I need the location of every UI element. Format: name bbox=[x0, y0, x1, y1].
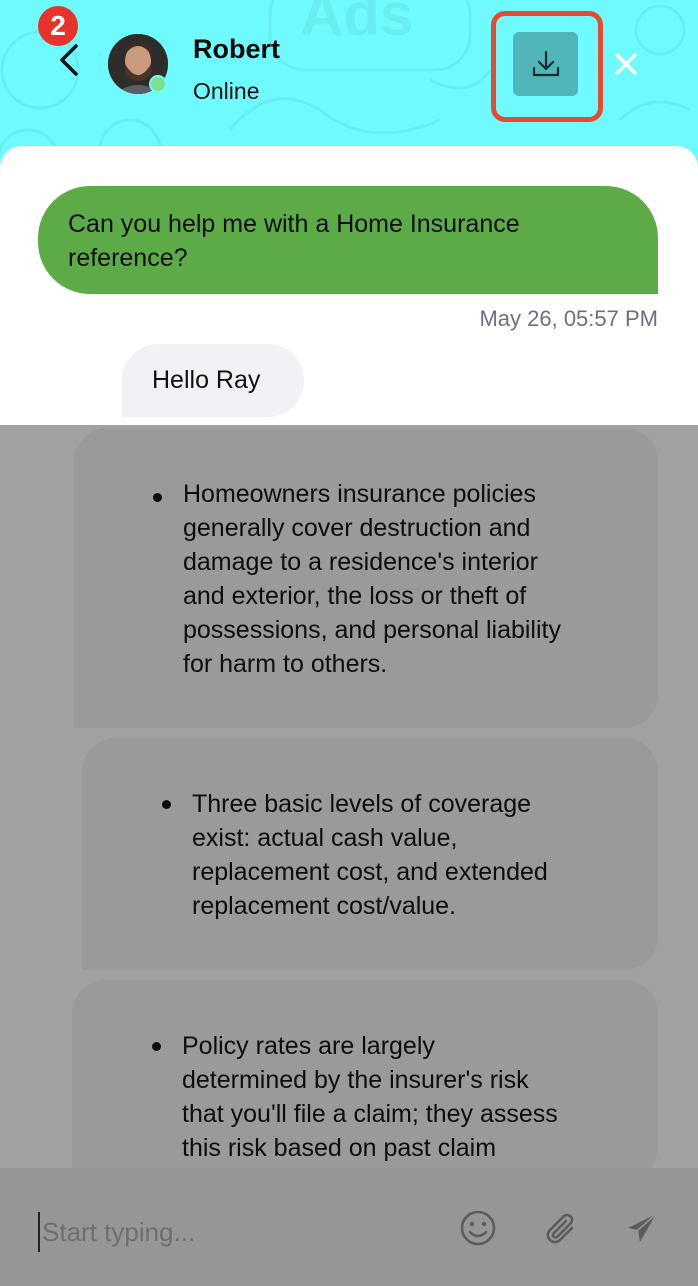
info-card: Homeowners insurance policies generally … bbox=[74, 428, 658, 728]
card-line: generally cover destruction and bbox=[183, 514, 531, 542]
contact-status: Online bbox=[193, 78, 260, 104]
download-icon bbox=[532, 50, 559, 77]
card-line: possessions, and personal liability bbox=[183, 616, 561, 644]
card-line: replacement cost, and extended bbox=[192, 858, 548, 886]
online-indicator bbox=[149, 75, 167, 93]
incoming-message: Hello Ray bbox=[122, 344, 304, 417]
card-line: for harm to others. bbox=[183, 650, 388, 678]
card-line: replacement cost/value. bbox=[192, 892, 457, 920]
card-line: exist: actual cash value, bbox=[192, 824, 458, 852]
card-line: and exterior, the loss or theft of bbox=[183, 582, 527, 610]
card-line: Homeowners insurance policies bbox=[183, 480, 536, 508]
info-card: Policy rates are largely determined by t… bbox=[72, 980, 658, 1180]
message-input[interactable] bbox=[38, 1212, 418, 1252]
contact-name: Robert bbox=[193, 34, 280, 64]
outgoing-message: Can you help me with a Home Insurance re… bbox=[38, 186, 658, 294]
close-icon[interactable] bbox=[612, 50, 640, 78]
emoji-icon[interactable] bbox=[458, 1208, 498, 1248]
card-line: Policy rates are largely bbox=[182, 1032, 435, 1060]
notification-count: 2 bbox=[50, 10, 66, 41]
download-button[interactable] bbox=[513, 32, 578, 96]
card-line: determined by the insurer's risk bbox=[182, 1066, 529, 1094]
bullet bbox=[153, 493, 162, 502]
info-card: Three basic levels of coverage exist: ac… bbox=[82, 738, 658, 970]
bullet bbox=[162, 800, 171, 809]
attachment-icon[interactable] bbox=[542, 1208, 582, 1248]
back-icon[interactable] bbox=[52, 40, 88, 80]
card-line: damage to a residence's interior bbox=[183, 548, 538, 576]
message-timestamp: May 26, 05:57 PM bbox=[479, 306, 658, 331]
notification-badge: 2 bbox=[38, 6, 78, 46]
bullet bbox=[152, 1042, 161, 1051]
card-line: Three basic levels of coverage bbox=[192, 790, 532, 818]
card-line: this risk based on past claim bbox=[182, 1134, 497, 1162]
send-icon[interactable] bbox=[622, 1208, 662, 1248]
card-line: that you'll file a claim; they assess bbox=[182, 1100, 558, 1128]
svg-text:Ads: Ads bbox=[300, 0, 413, 48]
